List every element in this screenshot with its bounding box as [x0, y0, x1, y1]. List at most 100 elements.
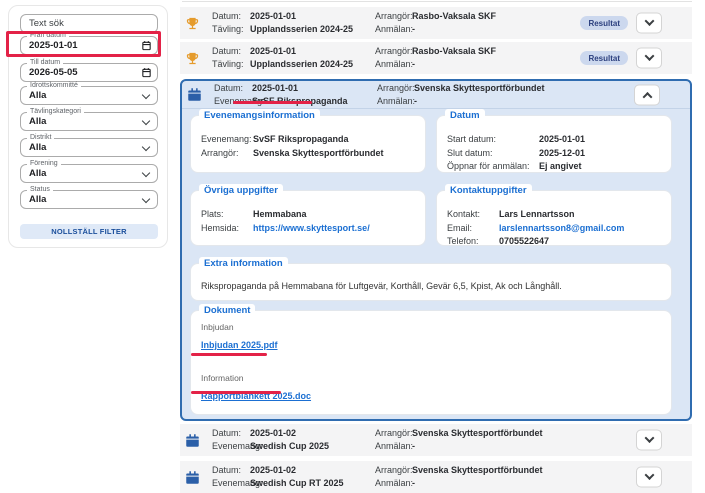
calendar-outline-icon[interactable] — [141, 67, 152, 78]
info-label: Öppnar för anmälan: — [447, 160, 539, 174]
arrangor-value: Rasbo-Vaksala SKF — [412, 46, 562, 57]
anmalan-label: Anmälan: — [375, 441, 412, 452]
datum-value: 2025-01-01 — [250, 11, 375, 22]
info-label: Telefon: — [447, 235, 499, 249]
field-label: Idrottskommitté — [27, 82, 81, 90]
status-select[interactable]: Status Alla — [20, 190, 158, 209]
search-input[interactable] — [20, 14, 158, 33]
contact-panel: Kontaktuppgifter Kontakt:Lars Lennartsso… — [436, 190, 672, 246]
datum-label: Datum: — [212, 465, 250, 476]
field-label: Status — [27, 186, 53, 194]
event-row[interactable]: Datum: 2025-01-02 Arrangör: Svenska Skyt… — [180, 424, 692, 456]
arrangor-label: Arrangör: — [377, 83, 414, 94]
arrangor-value: Svenska Skyttesportförbundet — [412, 465, 562, 476]
arrangor-value: Rasbo-Vaksala SKF — [412, 11, 562, 22]
event-name: SvSF Rikspropaganda — [252, 96, 377, 107]
other-info-panel: Övriga uppgifter Plats:Hemmabana Hemsida… — [190, 190, 426, 246]
chevron-up-icon — [642, 92, 652, 102]
collapse-row-button[interactable] — [634, 84, 660, 105]
event-info-panel: Evenemangsinformation Evenemang:SvSF Rik… — [190, 115, 426, 173]
expanded-event-row[interactable]: Datum: 2025-01-01 Arrangör: Svenska Skyt… — [182, 81, 690, 109]
info-label: Slut datum: — [447, 147, 539, 161]
datum-label: Datum: — [212, 428, 250, 439]
anmalan-label: Anmälan: — [377, 96, 414, 107]
anmalan-value: - — [412, 478, 562, 489]
field-label: Från datum — [27, 32, 69, 40]
info-label: Evenemang: — [201, 133, 253, 147]
anmalan-label: Anmälan: — [375, 478, 412, 489]
field-label: Till datum — [27, 59, 63, 67]
datum-label: Datum: — [212, 46, 250, 57]
website-link[interactable]: https://www.skyttesport.se/ — [253, 222, 370, 236]
info-label: Plats: — [201, 208, 253, 222]
datum-value: 2025-01-01 — [250, 46, 375, 57]
event-name: Upplandsserien 2024-25 — [250, 59, 375, 70]
info-value: Svenska Skyttesportförbundet — [253, 147, 384, 161]
anmalan-value: - — [412, 441, 562, 452]
event-name: Upplandsserien 2024-25 — [250, 24, 375, 35]
invitation-document-link[interactable]: Inbjudan 2025.pdf — [201, 340, 278, 350]
info-value: Lars Lennartsson — [499, 208, 575, 222]
expand-row-button[interactable] — [636, 430, 662, 451]
result-badge[interactable]: Resultat — [580, 16, 628, 30]
to-date-field[interactable]: Till datum 2026-05-05 — [20, 63, 158, 82]
event-row[interactable]: Datum: 2025-01-01 Arrangör: Rasbo-Vaksal… — [180, 7, 692, 39]
info-label: Arrangör: — [201, 147, 253, 161]
arrangor-value: Svenska Skyttesportförbundet — [414, 83, 564, 94]
club-select[interactable]: Förening Alla — [20, 164, 158, 183]
datum-value: 2025-01-02 — [250, 465, 375, 476]
filter-sidebar: Från datum 2025-01-01 Till datum 2026-05… — [8, 5, 168, 248]
info-value: 2025-01-01 — [539, 133, 585, 147]
info-label: Kontakt: — [447, 208, 499, 222]
info-value: 2025-12-01 — [539, 147, 585, 161]
info-value: 0705522647 — [499, 235, 549, 249]
calendar-outline-icon[interactable] — [141, 40, 152, 51]
competition-category-select[interactable]: Tävlingskategori Alla — [20, 112, 158, 131]
datum-value: 2025-01-01 — [252, 83, 377, 94]
sports-committee-select[interactable]: Idrottskommitté Alla — [20, 86, 158, 105]
document-type-label: Information — [201, 373, 661, 383]
calendar-icon — [185, 470, 200, 485]
datum-value: 2025-01-02 — [250, 428, 375, 439]
arrangor-label: Arrangör: — [375, 46, 412, 57]
dates-panel: Datum Start datum:2025-01-01 Slut datum:… — [436, 115, 672, 173]
expand-row-button[interactable] — [636, 48, 662, 69]
reset-filter-button[interactable]: NOLLSTÄLL FILTER — [20, 224, 158, 239]
event-row[interactable]: Datum: 2025-01-02 Arrangör: Svenska Skyt… — [180, 461, 692, 493]
chevron-down-icon — [644, 16, 654, 26]
row-fields: Datum: 2025-01-02 Arrangör: Svenska Skyt… — [212, 464, 562, 490]
info-label: Email: — [447, 222, 499, 236]
email-link[interactable]: larslennartsson8@gmail.com — [499, 222, 624, 236]
anmalan-label: Anmälan: — [375, 59, 412, 70]
expand-row-button[interactable] — [636, 13, 662, 34]
result-badge[interactable]: Resultat — [580, 51, 628, 65]
arrangor-label: Arrangör: — [375, 11, 412, 22]
datum-label: Datum: — [212, 11, 250, 22]
district-select[interactable]: Distrikt Alla — [20, 138, 158, 157]
expand-row-button[interactable] — [636, 467, 662, 488]
documents-panel: Dokument Inbjudan Inbjudan 2025.pdf Info… — [190, 310, 672, 415]
trophy-icon — [185, 16, 200, 31]
document-type-label: Inbjudan — [201, 322, 661, 332]
calendar-icon — [185, 433, 200, 448]
anmalan-value: - — [414, 96, 564, 107]
kind-label: Tävling: — [212, 24, 250, 35]
kind-label: Evenemang: — [212, 478, 250, 489]
chevron-down-icon — [644, 470, 654, 480]
from-date-field[interactable]: Från datum 2025-01-01 — [20, 36, 158, 55]
info-value: Hemmabana — [253, 208, 307, 222]
calendar-icon — [187, 87, 202, 102]
event-row[interactable]: Datum: 2025-01-01 Arrangör: Rasbo-Vaksal… — [180, 42, 692, 74]
info-value: SvSF Rikspropaganda — [253, 133, 349, 147]
kind-label: Evenemang: — [212, 441, 250, 452]
chevron-down-icon — [644, 51, 654, 61]
field-label: Distrikt — [27, 134, 54, 142]
report-document-link[interactable]: Rapportblankett 2025.doc — [201, 391, 311, 401]
arrangor-label: Arrangör: — [375, 465, 412, 476]
extra-info-panel: Extra information Rikspropaganda på Hemm… — [190, 263, 672, 301]
anmalan-value: - — [412, 59, 562, 70]
row-fields: Datum: 2025-01-01 Arrangör: Rasbo-Vaksal… — [212, 45, 562, 71]
panel-title: Övriga uppgifter — [199, 184, 283, 197]
list-top-divider — [182, 1, 692, 2]
field-label: Tävlingskategori — [27, 108, 84, 116]
